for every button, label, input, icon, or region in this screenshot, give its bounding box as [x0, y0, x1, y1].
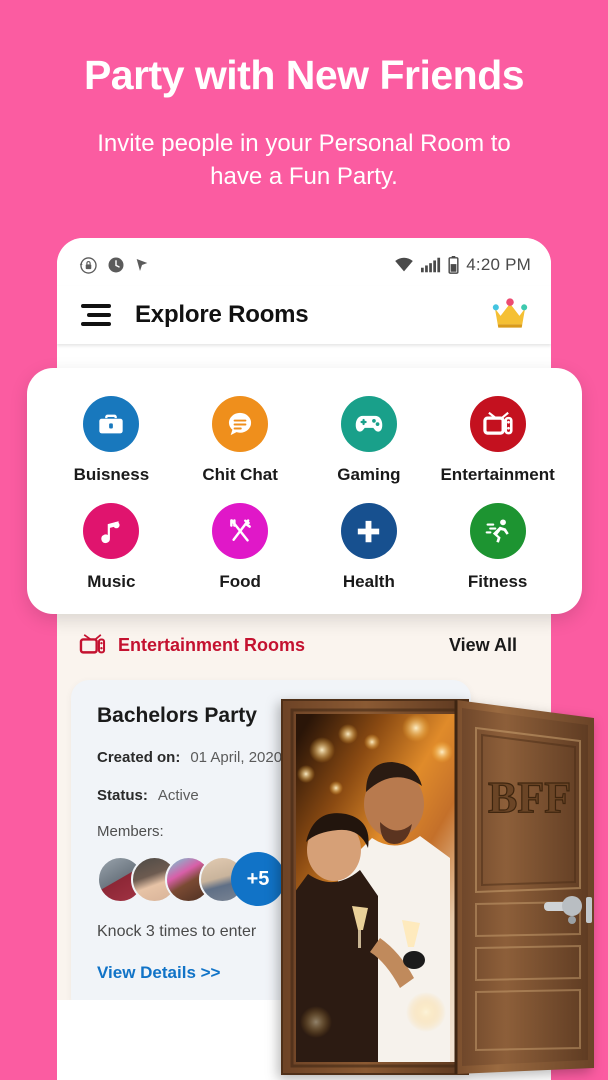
signal-icon	[421, 257, 441, 273]
room-created-label: Created on:	[97, 749, 181, 766]
room-status-value: Active	[157, 787, 199, 804]
status-bar-right-icons: 4:20 PM	[394, 255, 531, 275]
hamburger-menu-icon[interactable]	[81, 304, 111, 326]
runner-icon-circle	[469, 503, 526, 559]
crown-icon[interactable]	[491, 296, 529, 335]
svg-text:BFF: BFF	[488, 773, 571, 822]
door-sign-bff: BFF	[487, 772, 571, 822]
category-item-buisness[interactable]: Buisness	[47, 396, 176, 485]
promo-subtitle: Invite people in your Personal Room to h…	[97, 130, 511, 190]
category-label: Buisness	[73, 465, 150, 484]
battery-icon	[448, 256, 459, 274]
rotation-lock-icon	[79, 256, 97, 274]
category-item-chit-chat[interactable]: Chit Chat	[176, 396, 305, 485]
runner-icon	[485, 519, 509, 543]
section-header: Entertainment Rooms View All	[57, 609, 551, 657]
medical-cross-icon	[358, 520, 380, 542]
tv-icon	[482, 411, 513, 435]
tv-icon-circle	[469, 396, 526, 452]
promo-title: Party with New Friends	[83, 52, 525, 98]
category-label: Music	[87, 572, 136, 591]
section-title: Entertainment Rooms	[118, 634, 306, 655]
gamepad-icon-circle	[340, 396, 397, 452]
cutlery-icon	[230, 519, 252, 542]
view-all-button[interactable]: View All	[449, 635, 517, 656]
room-status-label: Status:	[97, 787, 148, 804]
category-item-fitness[interactable]: Fitness	[433, 503, 562, 592]
location-arrow-icon	[136, 259, 148, 271]
category-label: Gaming	[337, 465, 401, 484]
category-item-entertainment[interactable]: Entertainment	[433, 396, 562, 485]
page-title: Explore Rooms	[135, 301, 309, 328]
music-note-icon	[101, 521, 120, 544]
briefcase-icon	[99, 414, 124, 434]
app-bar: Explore Rooms	[57, 286, 551, 344]
status-bar-left-icons	[79, 256, 150, 275]
category-label: Chit Chat	[202, 465, 278, 484]
music-note-icon-circle	[83, 503, 140, 559]
category-label: Food	[219, 572, 261, 591]
category-label: Health	[342, 572, 395, 591]
chat-bubble-icon-circle	[212, 396, 269, 452]
gamepad-icon	[355, 415, 383, 432]
cutlery-icon-circle	[212, 503, 269, 559]
category-label: Entertainment	[440, 465, 555, 484]
status-bar: 4:20 PM	[57, 238, 551, 286]
medical-cross-icon-circle	[340, 503, 397, 559]
category-item-food[interactable]: Food	[176, 503, 305, 592]
category-item-music[interactable]: Music	[47, 503, 176, 592]
tv-icon	[79, 634, 106, 654]
briefcase-icon-circle	[83, 396, 140, 452]
category-item-health[interactable]: Health	[305, 503, 434, 592]
clock-icon	[108, 257, 124, 273]
status-bar-time: 4:20 PM	[466, 255, 531, 274]
category-grid: Buisness Chit Chat Gaming Entertainment …	[47, 396, 562, 592]
open-door-illustration: BFF	[276, 692, 608, 1080]
wifi-icon	[395, 257, 414, 272]
chat-bubble-icon	[229, 412, 252, 436]
promo-header: Party with New Friends Invite people in …	[0, 0, 608, 193]
category-card: Buisness Chit Chat Gaming Entertainment …	[27, 368, 582, 614]
category-label: Fitness	[467, 572, 528, 591]
room-created-value: 01 April, 2020	[190, 749, 283, 766]
category-item-gaming[interactable]: Gaming	[305, 396, 434, 485]
